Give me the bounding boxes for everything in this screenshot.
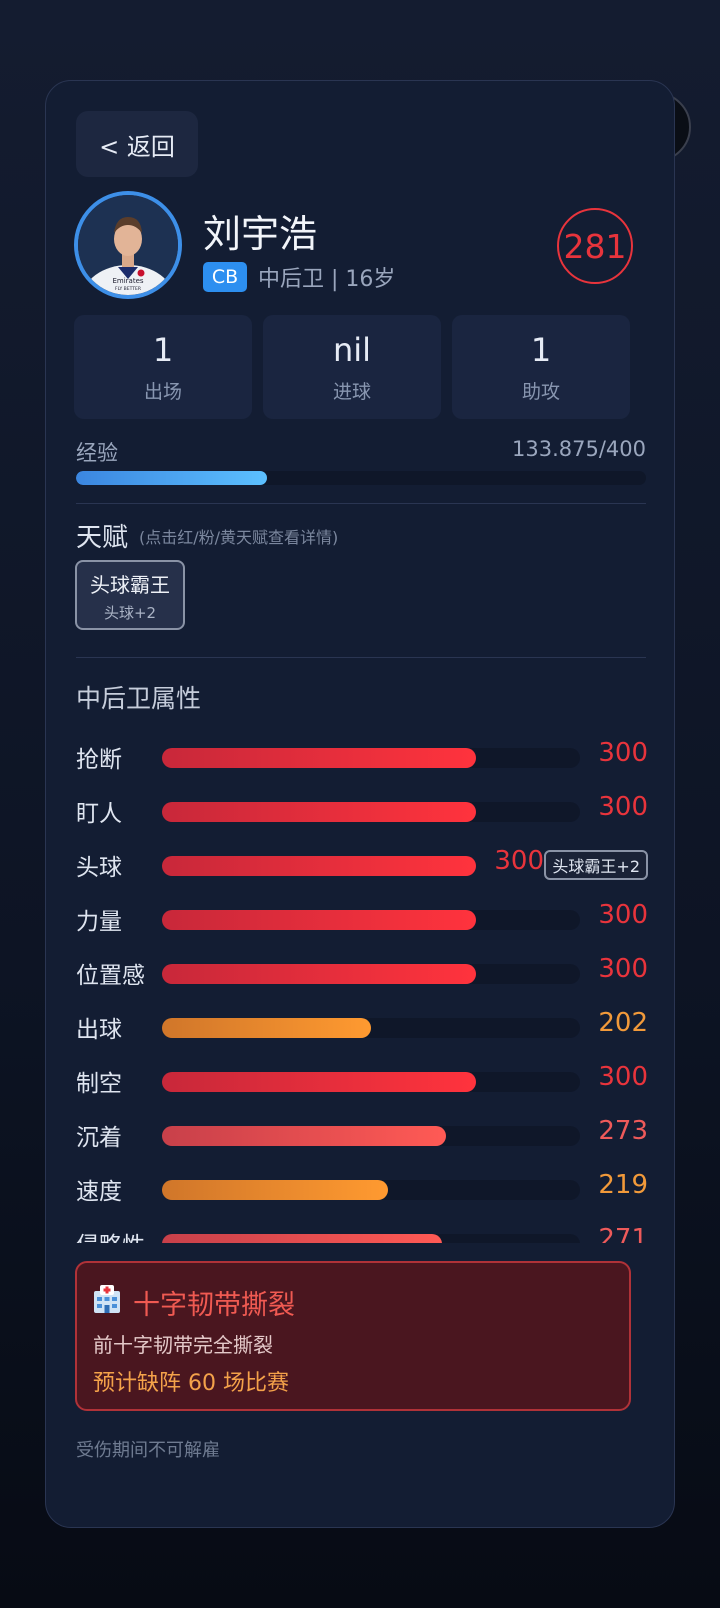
attribute-bar-fill: [162, 1180, 388, 1200]
attribute-value: 300: [598, 900, 648, 930]
attribute-bar-fill: [162, 1126, 447, 1146]
talent-name: 头球霸王: [90, 573, 170, 597]
experience-progress-bar: [76, 471, 646, 485]
attribute-value: 300: [598, 1062, 648, 1092]
attribute-bar-fill: [162, 802, 476, 822]
attribute-value: 300: [598, 738, 648, 768]
stat-label: 进球: [332, 381, 371, 403]
overall-rating-badge: 281: [557, 208, 633, 284]
attribute-bonus-tag: 头球霸王+2: [544, 850, 648, 880]
attribute-row: 抢断 300: [46, 738, 676, 778]
attribute-row: 制空 300: [46, 1062, 676, 1102]
attribute-row: 速度 219: [46, 1170, 676, 1210]
player-avatar: Emirates FLY BETTER: [74, 191, 182, 299]
divider: [76, 657, 646, 658]
attribute-name: 制空: [76, 1071, 122, 1097]
footnote: 受伤期间不可解雇: [76, 1440, 220, 1461]
divider: [76, 503, 646, 504]
attribute-bar: [162, 910, 580, 930]
attribute-value: 300: [494, 846, 544, 876]
attributes-list[interactable]: 抢断 300 盯人 300 头球 300 头球霸王+2 力量 300 位置感 300 出球 202 制空 3…: [46, 731, 676, 1243]
attribute-bar: [162, 802, 580, 822]
svg-text:FLY BETTER: FLY BETTER: [115, 286, 141, 292]
svg-text:Emirates: Emirates: [112, 277, 143, 285]
attribute-bar-fill: [162, 1018, 371, 1038]
position-age-text: 中后卫 | 16岁: [258, 267, 396, 292]
attribute-bar-fill: [162, 964, 476, 984]
hospital-icon: [94, 1285, 120, 1313]
talent-hint: (点击红/粉/黄天赋查看详情): [139, 528, 339, 547]
stat-appearances: 1 出场: [74, 315, 252, 419]
attribute-row: 盯人 300: [46, 792, 676, 832]
player-name: 刘宇浩: [203, 212, 318, 256]
back-button[interactable]: < 返回: [76, 111, 198, 177]
attribute-name: 出球: [76, 1017, 122, 1043]
experience-value: 133.875/400: [512, 437, 646, 461]
attribute-name: 力量: [76, 909, 122, 935]
attribute-row: 位置感 300: [46, 954, 676, 994]
attribute-name: 位置感: [76, 963, 145, 989]
attribute-row: 力量 300: [46, 900, 676, 940]
position-badge: CB: [203, 262, 247, 292]
attribute-name: 沉着: [76, 1125, 122, 1151]
attribute-row: 头球 300 头球霸王+2: [46, 846, 676, 886]
attribute-row: 出球 202: [46, 1008, 676, 1048]
injury-panel: 十字韧带撕裂 前十字韧带完全撕裂 预计缺阵 60 场比赛: [75, 1261, 631, 1411]
attribute-value: 219: [598, 1170, 648, 1200]
experience-progress-fill: [76, 471, 267, 485]
attributes-title: 中后卫属性: [76, 684, 202, 713]
attribute-bar: [162, 964, 580, 984]
attribute-value: 273: [598, 1116, 648, 1146]
attribute-bar: [162, 1180, 580, 1200]
attribute-bar: [162, 1234, 580, 1243]
injury-absence: 预计缺阵 60 场比赛: [93, 1371, 289, 1396]
stat-label: 出场: [143, 381, 182, 403]
talent-title: 天赋: [76, 523, 129, 553]
experience-label: 经验: [76, 441, 118, 465]
attribute-bar: [162, 748, 580, 768]
player-card: < 返回 Emirates FLY BETTER 刘宇浩 CB 中后卫 | 16…: [45, 80, 675, 1528]
stat-assists: 1 助攻: [452, 315, 630, 419]
stat-value: 1: [530, 331, 552, 369]
attribute-bar: [162, 856, 476, 876]
attribute-name: 速度: [76, 1179, 122, 1205]
attribute-bar-fill: [162, 1234, 443, 1243]
injury-title: 十字韧带撕裂: [133, 1290, 295, 1321]
attribute-name: 盯人: [76, 801, 122, 827]
stat-goals: nil 进球: [263, 315, 441, 419]
attribute-name: 头球: [76, 855, 122, 881]
attribute-bar-fill: [162, 748, 476, 768]
attribute-bar: [162, 1072, 580, 1092]
attribute-bar-fill: [162, 856, 476, 876]
stat-value: 1: [152, 331, 174, 369]
attribute-bar-fill: [162, 910, 476, 930]
attribute-value: 271: [598, 1224, 648, 1243]
attribute-value: 202: [598, 1008, 648, 1038]
stat-label: 助攻: [521, 381, 560, 403]
attribute-row: 侵略性 271: [46, 1224, 676, 1243]
attribute-name: 抢断: [76, 747, 122, 773]
stat-value: nil: [332, 331, 372, 369]
attribute-bar: [162, 1018, 580, 1038]
attribute-value: 300: [598, 792, 648, 822]
attribute-name: 侵略性: [76, 1226, 145, 1243]
attribute-row: 沉着 273: [46, 1116, 676, 1156]
attribute-value: 300: [598, 954, 648, 984]
attribute-bar-fill: [162, 1072, 476, 1092]
talent-effect: 头球+2: [103, 604, 157, 622]
injury-description: 前十字韧带完全撕裂: [93, 1333, 273, 1357]
talent-chip[interactable]: 头球霸王 头球+2: [75, 560, 185, 630]
attribute-bar: [162, 1126, 580, 1146]
